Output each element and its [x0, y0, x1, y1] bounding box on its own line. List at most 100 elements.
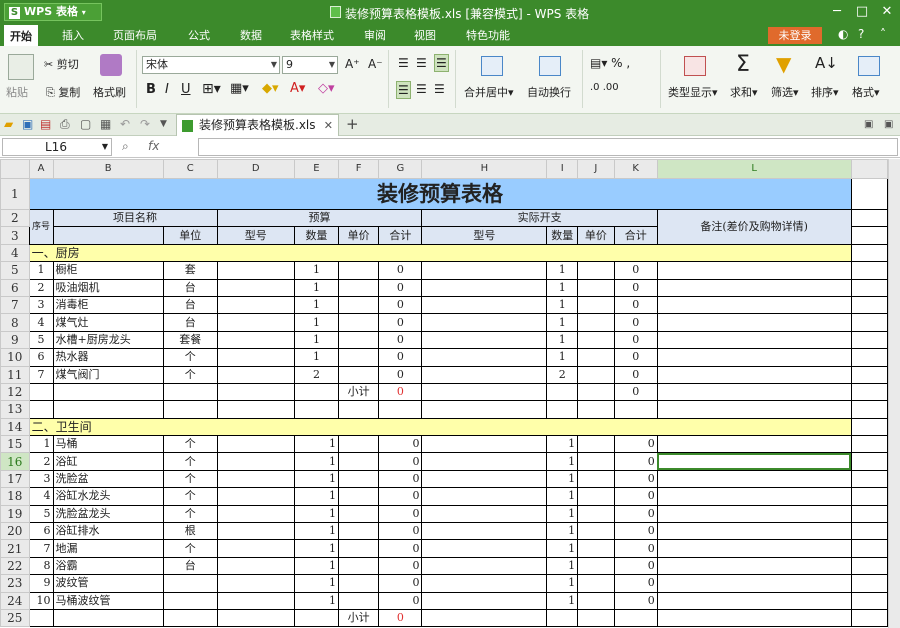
wrap-text-icon[interactable]	[539, 56, 561, 76]
cell[interactable]	[162, 400, 218, 419]
cell[interactable]	[850, 348, 888, 367]
item-actual-model[interactable]	[421, 348, 548, 367]
cell[interactable]	[850, 178, 888, 210]
item-actual-total[interactable]: 0	[613, 348, 658, 367]
item-actual-qty[interactable]: 1	[546, 539, 579, 558]
paste-label[interactable]: 粘贴	[6, 84, 28, 100]
item-model[interactable]	[216, 487, 295, 506]
shrink-font-icon[interactable]: A⁻	[368, 57, 383, 71]
cell[interactable]	[52, 226, 164, 245]
item-total[interactable]: 0	[378, 469, 423, 489]
tab-formulas[interactable]: 公式	[188, 27, 210, 43]
item-total[interactable]: 0	[378, 556, 423, 576]
item-actual-total[interactable]: 0	[613, 330, 658, 350]
cell[interactable]	[216, 382, 295, 402]
item-actual-price[interactable]	[577, 591, 615, 610]
cell[interactable]	[216, 608, 295, 628]
item-actual-price[interactable]	[577, 313, 615, 332]
item-actual-qty[interactable]: 1	[546, 348, 579, 367]
header-price[interactable]: 单价	[337, 226, 380, 245]
item-model[interactable]	[216, 591, 295, 610]
align-top-icon[interactable]: ☰	[398, 56, 409, 70]
collapse-ribbon-icon[interactable]: ˄	[880, 27, 886, 41]
item-unit[interactable]: 个	[162, 504, 218, 524]
copy-button[interactable]: ⎘ 复制	[46, 84, 80, 100]
item-price[interactable]	[337, 365, 380, 384]
item-seq[interactable]: 7	[28, 365, 54, 384]
item-price[interactable]	[337, 556, 380, 576]
skin-icon[interactable]: ◐	[838, 27, 848, 41]
item-actual-price[interactable]	[577, 295, 615, 315]
item-note[interactable]	[656, 295, 852, 315]
item-total[interactable]: 0	[378, 330, 423, 350]
item-actual-model[interactable]	[421, 469, 548, 489]
item-qty[interactable]: 1	[293, 504, 339, 524]
format-icon[interactable]	[858, 56, 880, 76]
cell[interactable]	[421, 608, 548, 628]
row-header[interactable]: 19	[0, 504, 30, 524]
cell[interactable]	[52, 382, 164, 402]
row-header[interactable]: 15	[0, 435, 30, 454]
item-actual-model[interactable]	[421, 365, 548, 384]
item-actual-qty[interactable]: 1	[546, 452, 579, 471]
cell[interactable]	[850, 487, 888, 506]
cell[interactable]	[850, 452, 888, 471]
format-button[interactable]: 格式▾	[852, 84, 880, 100]
item-name[interactable]: 煤气灶	[52, 313, 164, 332]
item-total[interactable]: 0	[378, 348, 423, 367]
item-total[interactable]: 0	[378, 487, 423, 506]
column-header-f[interactable]: F	[337, 159, 380, 179]
header-model[interactable]: 型号	[216, 226, 295, 245]
header-seq[interactable]: 序号	[28, 209, 54, 245]
item-note[interactable]	[656, 261, 852, 280]
format-painter-label[interactable]: 格式刷	[93, 84, 126, 100]
item-total[interactable]: 0	[378, 539, 423, 558]
item-actual-price[interactable]	[577, 469, 615, 489]
item-price[interactable]	[337, 313, 380, 332]
row-header[interactable]: 25	[0, 608, 30, 628]
row-header[interactable]: 16	[0, 452, 30, 471]
item-price[interactable]	[337, 435, 380, 454]
item-total[interactable]: 0	[378, 261, 423, 280]
item-price[interactable]	[337, 469, 380, 489]
item-model[interactable]	[216, 365, 295, 384]
column-header-j[interactable]: J	[577, 159, 615, 179]
item-seq[interactable]: 2	[28, 278, 54, 297]
subtotal-value[interactable]: 0	[378, 382, 423, 402]
row-header[interactable]: 14	[0, 417, 30, 437]
item-actual-qty[interactable]: 1	[546, 313, 579, 332]
close-tab-icon[interactable]: ✕	[324, 115, 333, 136]
item-qty[interactable]: 1	[293, 556, 339, 576]
item-note[interactable]	[656, 504, 852, 524]
item-note[interactable]	[656, 556, 852, 576]
item-actual-model[interactable]	[421, 574, 548, 593]
cell[interactable]	[850, 295, 888, 315]
item-actual-price[interactable]	[577, 452, 615, 471]
cell[interactable]	[656, 400, 852, 419]
cell[interactable]	[577, 382, 615, 402]
cell[interactable]	[850, 313, 888, 332]
item-actual-total[interactable]: 0	[613, 295, 658, 315]
align-right-icon[interactable]: ☰	[434, 82, 445, 96]
item-actual-price[interactable]	[577, 556, 615, 576]
item-name[interactable]: 洗脸盆龙头	[52, 504, 164, 524]
decimal-icon[interactable]: .0 .00	[590, 82, 619, 93]
item-unit[interactable]: 个	[162, 539, 218, 558]
cell[interactable]	[52, 608, 164, 628]
align-bottom-icon[interactable]: ☰	[434, 54, 449, 72]
item-model[interactable]	[216, 295, 295, 315]
item-note[interactable]	[656, 574, 852, 593]
cell[interactable]	[613, 608, 658, 628]
tab-home[interactable]: 开始	[4, 25, 38, 46]
item-name[interactable]: 波纹管	[52, 574, 164, 593]
item-actual-qty[interactable]: 1	[546, 522, 579, 541]
item-unit[interactable]: 个	[162, 487, 218, 506]
column-header-c[interactable]: C	[162, 159, 218, 179]
cell[interactable]	[850, 556, 888, 576]
select-all-corner[interactable]	[0, 159, 30, 179]
item-qty[interactable]: 2	[293, 365, 339, 384]
item-actual-qty[interactable]: 1	[546, 574, 579, 593]
item-actual-price[interactable]	[577, 522, 615, 541]
item-model[interactable]	[216, 556, 295, 576]
item-actual-price[interactable]	[577, 487, 615, 506]
